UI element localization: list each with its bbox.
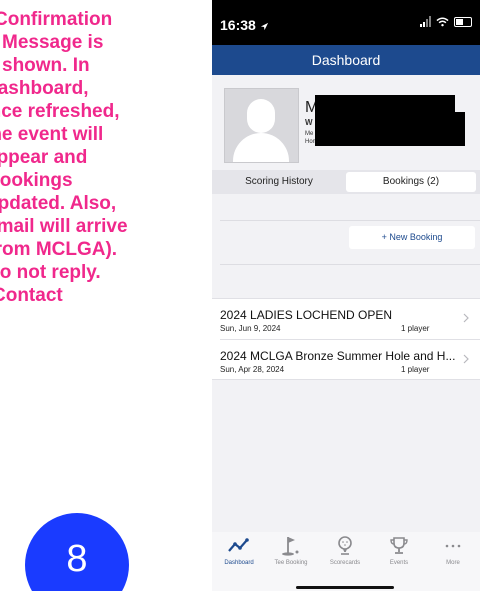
tab-label: Tee Booking [274, 560, 308, 566]
booking-list: 2024 LADIES LOCHEND OPEN Sun, Jun 9, 202… [212, 298, 480, 380]
instruction-line: Bookings [0, 170, 73, 191]
booking-date: Sun, Jun 9, 2024 [220, 324, 281, 333]
booking-players: 1 player [401, 324, 430, 333]
tab-more[interactable]: More [426, 535, 480, 566]
instruction-line: Do not reply. [0, 262, 101, 283]
golf-flag-icon [282, 537, 299, 556]
profile-detail-line: W [305, 118, 313, 127]
avatar-head-shape [247, 99, 275, 133]
tab-tee-booking[interactable]: Tee Booking [264, 535, 318, 566]
instruction-line: appear and [0, 147, 88, 168]
location-arrow-icon [260, 22, 268, 31]
tab-scorecards[interactable]: Scorecards [318, 535, 372, 566]
new-booking-button[interactable]: + New Booking [349, 226, 475, 249]
chevron-right-icon [463, 313, 469, 323]
avatar-body-shape [233, 133, 289, 162]
status-icons [420, 16, 472, 27]
instruction-line: once refreshed, [0, 101, 120, 122]
instruction-line: updated. Also, [0, 193, 117, 214]
nav-bar: Dashboard [212, 45, 480, 75]
tab-scoring-history[interactable]: Scoring History [216, 172, 342, 192]
redaction-block [315, 95, 455, 112]
instruction-line: the event will [0, 124, 104, 145]
status-time: 16:38 [220, 17, 269, 33]
instruction-line: (from MCLGA). [0, 239, 118, 260]
ellipsis-icon [445, 544, 461, 548]
instruction-line: Contact [0, 285, 63, 306]
booking-title: 2024 LADIES LOCHEND OPEN [220, 308, 393, 322]
redaction-block [315, 112, 465, 146]
avatar [224, 88, 299, 163]
booking-title: 2024 MCLGA Bronze Summer Hole and H... [220, 349, 456, 363]
tab-bookings[interactable]: Bookings (2) [346, 172, 476, 192]
status-bar: 16:38 [212, 0, 480, 45]
instruction-line: shown. In [2, 55, 90, 76]
instruction-line: Message is [2, 32, 104, 53]
booking-row[interactable]: 2024 MCLGA Bronze Summer Hole and H... S… [212, 340, 480, 380]
home-indicator[interactable] [296, 586, 394, 589]
section-divider [220, 264, 480, 265]
phone-screen: 16:38 Dashboard M W Me Hom Scoring Histo… [212, 0, 480, 591]
tab-events[interactable]: Events [372, 535, 426, 566]
chevron-right-icon [463, 354, 469, 364]
step-number-badge: 8 [25, 513, 129, 591]
bottom-tab-bar: Dashboard Tee Booking Scorecards Events … [212, 532, 480, 591]
profile-card: M W Me Hom [212, 75, 480, 171]
status-time-text: 16:38 [220, 17, 256, 33]
wifi-icon [436, 17, 449, 26]
booking-row[interactable]: 2024 LADIES LOCHEND OPEN Sun, Jun 9, 202… [212, 299, 480, 340]
tab-label: Scorecards [329, 560, 361, 566]
booking-date: Sun, Apr 28, 2024 [220, 365, 285, 374]
tab-label: Events [389, 560, 409, 566]
page-title: Dashboard [311, 52, 381, 68]
instruction-line: Confirmation [0, 9, 113, 30]
golf-ball-icon [338, 536, 352, 555]
instruction-text: Confirmation Message is shown. In Dashbo… [0, 8, 200, 307]
profile-detail-line: Me [305, 131, 314, 137]
instruction-panel: Confirmation Message is shown. In Dashbo… [0, 0, 200, 591]
instruction-line: email will arrive [0, 216, 128, 237]
tab-label: More [446, 560, 460, 566]
tab-dashboard[interactable]: Dashboard [212, 535, 266, 566]
dashboard-line-icon [228, 538, 249, 552]
section-divider [220, 220, 480, 221]
instruction-line: Dashboard, [0, 78, 89, 99]
trophy-icon [390, 537, 408, 554]
cellular-signal-icon [420, 16, 431, 27]
segmented-control: Scoring History Bookings (2) [212, 170, 480, 194]
booking-players: 1 player [401, 365, 430, 374]
battery-icon [454, 16, 472, 27]
tab-label: Dashboard [224, 560, 254, 566]
